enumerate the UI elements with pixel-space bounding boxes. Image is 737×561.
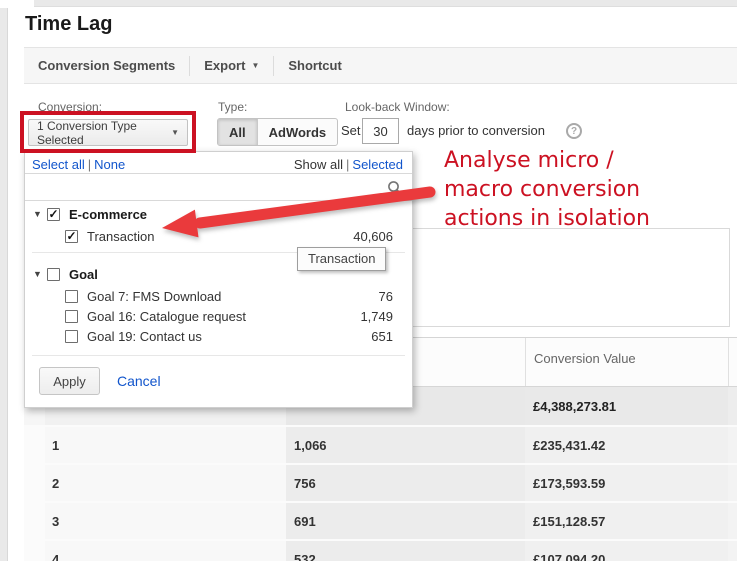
- type-adwords-button[interactable]: AdWords: [256, 119, 338, 145]
- shortcut-button[interactable]: Shortcut: [274, 58, 355, 73]
- filter-links: Show all | Selected: [293, 156, 403, 172]
- table-row: 4 532 £107,094.20: [24, 539, 737, 561]
- export-button[interactable]: Export ▼: [190, 58, 273, 73]
- caret-down-icon: ▼: [251, 60, 260, 70]
- table-row: 1 1,066 £235,431.42: [24, 425, 737, 463]
- time-lag-days: 3: [45, 503, 286, 539]
- item-row-goal16: ✓ Goal 16: Catalogue request 1,749: [25, 307, 412, 325]
- group-label[interactable]: Goal: [69, 267, 98, 282]
- help-icon[interactable]: ?: [566, 123, 582, 139]
- item-label[interactable]: Goal 19: Contact us: [87, 329, 202, 344]
- lookback-suffix-label: days prior to conversion: [407, 123, 546, 138]
- item-count: 651: [371, 328, 393, 344]
- item-count: 40,606: [353, 228, 393, 244]
- set-label: Set: [341, 123, 361, 138]
- group-label[interactable]: E-commerce: [69, 207, 147, 222]
- top-edge-strip: [34, 0, 737, 7]
- search-icon: [388, 181, 403, 196]
- item-label[interactable]: Goal 16: Catalogue request: [87, 309, 246, 324]
- apply-button[interactable]: Apply: [39, 367, 100, 395]
- table-row: 3 691 £151,128.57: [24, 501, 737, 539]
- conversions-count: 756: [286, 465, 525, 501]
- goal19-checkbox[interactable]: ✓: [65, 329, 78, 343]
- collapse-triangle-icon[interactable]: ▼: [33, 209, 47, 219]
- segment-search-input[interactable]: [31, 176, 386, 198]
- collapse-triangle-icon[interactable]: ▼: [33, 269, 47, 279]
- annotation-text: Analyse micro / macro conversion actions…: [444, 148, 650, 231]
- item-label[interactable]: Goal 7: FMS Download: [87, 289, 221, 304]
- conversion-segments-button[interactable]: Conversion Segments: [24, 58, 189, 73]
- conversion-selector-panel: Select all | None Show all | Selected ▼ ✓ E-…: [24, 151, 413, 408]
- conversions-count: 532: [286, 541, 525, 561]
- select-none-link[interactable]: None: [94, 157, 125, 172]
- time-lag-report-page: Time Lag Conversion Segments Export ▼ Sh…: [0, 0, 737, 561]
- time-lag-days: 2: [45, 465, 286, 501]
- totals-conversion-value: £4,388,273.81: [525, 387, 728, 425]
- ecommerce-checkbox[interactable]: ✓: [47, 207, 60, 221]
- cancel-link[interactable]: Cancel: [117, 373, 161, 389]
- page-title: Time Lag: [25, 13, 113, 35]
- type-all-button[interactable]: All: [218, 119, 257, 145]
- table-row: 2 756 £173,593.59: [24, 463, 737, 501]
- conversion-type-dropdown[interactable]: 1 Conversion Type Selected ▼: [28, 119, 188, 147]
- lookback-window-label: Look-back Window:: [345, 100, 450, 114]
- conversion-value: £235,431.42: [525, 427, 728, 463]
- conversion-value: £151,128.57: [525, 503, 728, 539]
- goal16-checkbox[interactable]: ✓: [65, 309, 78, 323]
- conversion-value-column-header[interactable]: Conversion Value: [525, 338, 728, 386]
- time-lag-days: 1: [45, 427, 286, 463]
- conversion-label: Conversion:: [38, 100, 103, 114]
- item-count: 1,749: [360, 308, 393, 324]
- goal7-checkbox[interactable]: ✓: [65, 289, 78, 303]
- show-all-link[interactable]: Show all: [294, 157, 343, 172]
- panel-divider: [32, 355, 405, 356]
- conversion-value: £173,593.59: [525, 465, 728, 501]
- select-links: Select all | None: [32, 156, 126, 172]
- segment-search-box: [25, 173, 412, 201]
- item-row-goal19: ✓ Goal 19: Contact us 651: [25, 327, 412, 345]
- show-selected-link[interactable]: Selected: [352, 157, 403, 172]
- group-row-ecommerce: ▼ ✓ E-commerce: [25, 205, 412, 223]
- conversions-count: 1,066: [286, 427, 525, 463]
- transaction-checkbox[interactable]: ✓: [65, 229, 78, 243]
- item-count: 76: [378, 288, 393, 304]
- report-toolbar: Conversion Segments Export ▼ Shortcut: [24, 47, 737, 84]
- type-toggle-group: All AdWords: [217, 118, 339, 146]
- item-label[interactable]: Transaction: [87, 229, 154, 244]
- transaction-tooltip: Transaction: [297, 247, 387, 271]
- select-all-link[interactable]: Select all: [32, 157, 85, 172]
- lookback-days-input[interactable]: [362, 118, 399, 144]
- conversion-value: £107,094.20: [525, 541, 728, 561]
- time-lag-days: 4: [45, 541, 286, 561]
- goal-checkbox[interactable]: ✓: [47, 267, 60, 281]
- type-label: Type:: [218, 100, 248, 114]
- item-row-transaction: ✓ Transaction 40,606: [25, 227, 412, 245]
- conversions-count: 691: [286, 503, 525, 539]
- left-edge-rail: [0, 8, 8, 561]
- caret-down-icon: ▼: [171, 127, 179, 137]
- item-row-goal7: ✓ Goal 7: FMS Download 76: [25, 287, 412, 305]
